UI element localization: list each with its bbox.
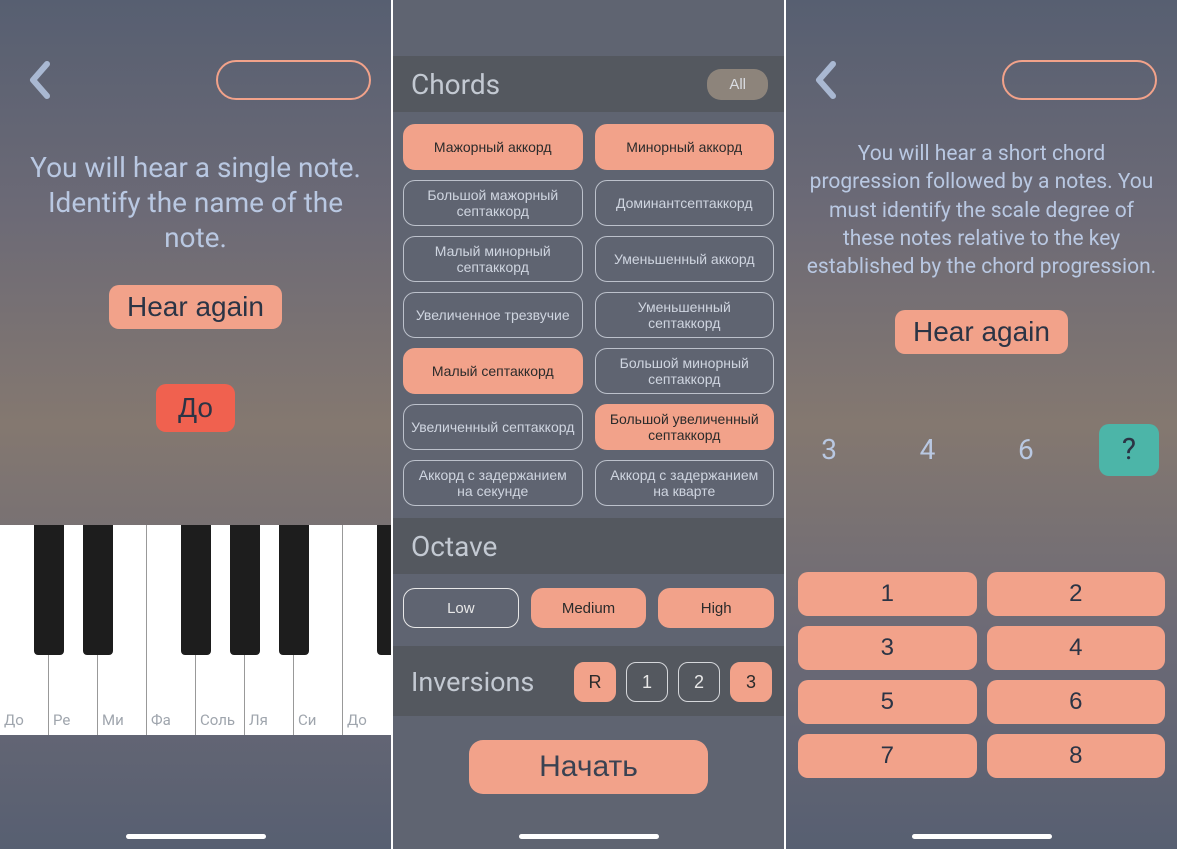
select-all-button[interactable]: All <box>707 69 768 100</box>
note-label: Ми <box>102 711 124 729</box>
screen-identify-note: You will hear a single note. Identify th… <box>0 0 393 849</box>
chords-title: Chords <box>411 68 500 101</box>
octave-options-row: Low Medium High <box>393 574 784 628</box>
instructions-text: You will hear a short chord progression … <box>786 100 1177 282</box>
chevron-left-icon <box>811 60 841 100</box>
black-key[interactable] <box>181 525 211 655</box>
degree-slot: 6 <box>1001 424 1051 476</box>
screen-chord-settings: Chords All Мажорный аккорд Минорный аккор… <box>393 0 786 849</box>
chord-option[interactable]: Малый септаккорд <box>403 348 583 394</box>
inversion-option[interactable]: R <box>574 662 616 702</box>
degree-answer-button[interactable]: 1 <box>798 572 977 616</box>
screen-scale-degree: You will hear a short chord progression … <box>786 0 1179 849</box>
note-answer-button[interactable]: До <box>156 384 235 432</box>
note-label: До <box>347 711 367 729</box>
note-label: Ре <box>53 711 70 729</box>
octave-option[interactable]: High <box>658 588 774 628</box>
chord-option[interactable]: Уменьшенный септаккорд <box>595 292 775 338</box>
topbar <box>0 0 391 100</box>
chord-option[interactable]: Большой минорный септаккорд <box>595 348 775 394</box>
octave-section-header: Octave <box>393 518 784 574</box>
chevron-left-icon <box>25 60 55 100</box>
degree-answer-button[interactable]: 5 <box>798 680 977 724</box>
back-button[interactable] <box>806 60 846 100</box>
home-indicator <box>126 834 266 839</box>
degree-slot-current[interactable]: ? <box>1099 424 1159 476</box>
note-label: Соль <box>200 711 235 729</box>
chord-option[interactable]: Малый минорный септаккорд <box>403 236 583 282</box>
start-button[interactable]: Начать <box>469 740 708 794</box>
octave-option[interactable]: Low <box>403 588 519 628</box>
degree-answer-button[interactable]: 7 <box>798 734 977 778</box>
back-button[interactable] <box>20 60 60 100</box>
chord-option[interactable]: Аккорд с задержанием на секунде <box>403 460 583 506</box>
octave-option[interactable]: Medium <box>531 588 647 628</box>
home-indicator <box>519 834 659 839</box>
instructions-text: You will hear a single note. Identify th… <box>0 100 391 255</box>
degree-slot: 3 <box>804 424 854 476</box>
degree-answer-button[interactable]: 8 <box>987 734 1166 778</box>
inversions-row: Inversions R123 <box>393 646 784 716</box>
hear-again-button[interactable]: Hear again <box>109 285 282 329</box>
inversion-option[interactable]: 2 <box>678 662 720 702</box>
note-label: Си <box>298 711 316 729</box>
degree-answer-button[interactable]: 3 <box>798 626 977 670</box>
degree-answer-grid: 12345678 <box>798 572 1165 778</box>
inversions-title: Inversions <box>411 666 534 698</box>
piano-keyboard: До Ре Ми Фа Соль Ля Си До <box>0 525 391 735</box>
chord-option[interactable]: Мажорный аккорд <box>403 124 583 170</box>
chord-option[interactable]: Увеличенное трезвучие <box>403 292 583 338</box>
chord-option[interactable]: Большой увеличенный септаккорд <box>595 404 775 450</box>
degree-answer-button[interactable]: 2 <box>987 572 1166 616</box>
degree-slot: 4 <box>902 424 952 476</box>
inversion-buttons: R123 <box>574 662 772 702</box>
topbar <box>786 0 1177 100</box>
chord-option[interactable]: Увеличенный септаккорд <box>403 404 583 450</box>
chord-options-grid: Мажорный аккорд Минорный аккорд Большой ма… <box>393 112 784 510</box>
inversion-option[interactable]: 3 <box>730 662 772 702</box>
degree-slots-row: 346? <box>786 424 1177 476</box>
score-pill[interactable] <box>216 60 371 100</box>
chords-section-header: Chords All <box>393 56 784 112</box>
black-key[interactable] <box>230 525 260 655</box>
chord-option[interactable]: Доминантсептаккорд <box>595 180 775 226</box>
chord-option[interactable]: Аккорд с задержанием на кварте <box>595 460 775 506</box>
home-indicator <box>912 834 1052 839</box>
black-key[interactable] <box>279 525 309 655</box>
chord-option[interactable]: Минорный аккорд <box>595 124 775 170</box>
hear-again-button[interactable]: Hear again <box>895 310 1068 354</box>
degree-answer-button[interactable]: 4 <box>987 626 1166 670</box>
note-label: Ля <box>249 711 268 729</box>
inversion-option[interactable]: 1 <box>626 662 668 702</box>
black-key[interactable] <box>377 525 393 655</box>
chord-option[interactable]: Уменьшенный аккорд <box>595 236 775 282</box>
degree-answer-button[interactable]: 6 <box>987 680 1166 724</box>
octave-title: Octave <box>411 530 497 563</box>
black-keys <box>0 525 391 655</box>
chord-option[interactable]: Большой мажорный септаккорд <box>403 180 583 226</box>
black-key[interactable] <box>34 525 64 655</box>
black-key[interactable] <box>83 525 113 655</box>
note-label: Фа <box>151 711 171 729</box>
score-pill[interactable] <box>1002 60 1157 100</box>
note-label: До <box>4 711 24 729</box>
